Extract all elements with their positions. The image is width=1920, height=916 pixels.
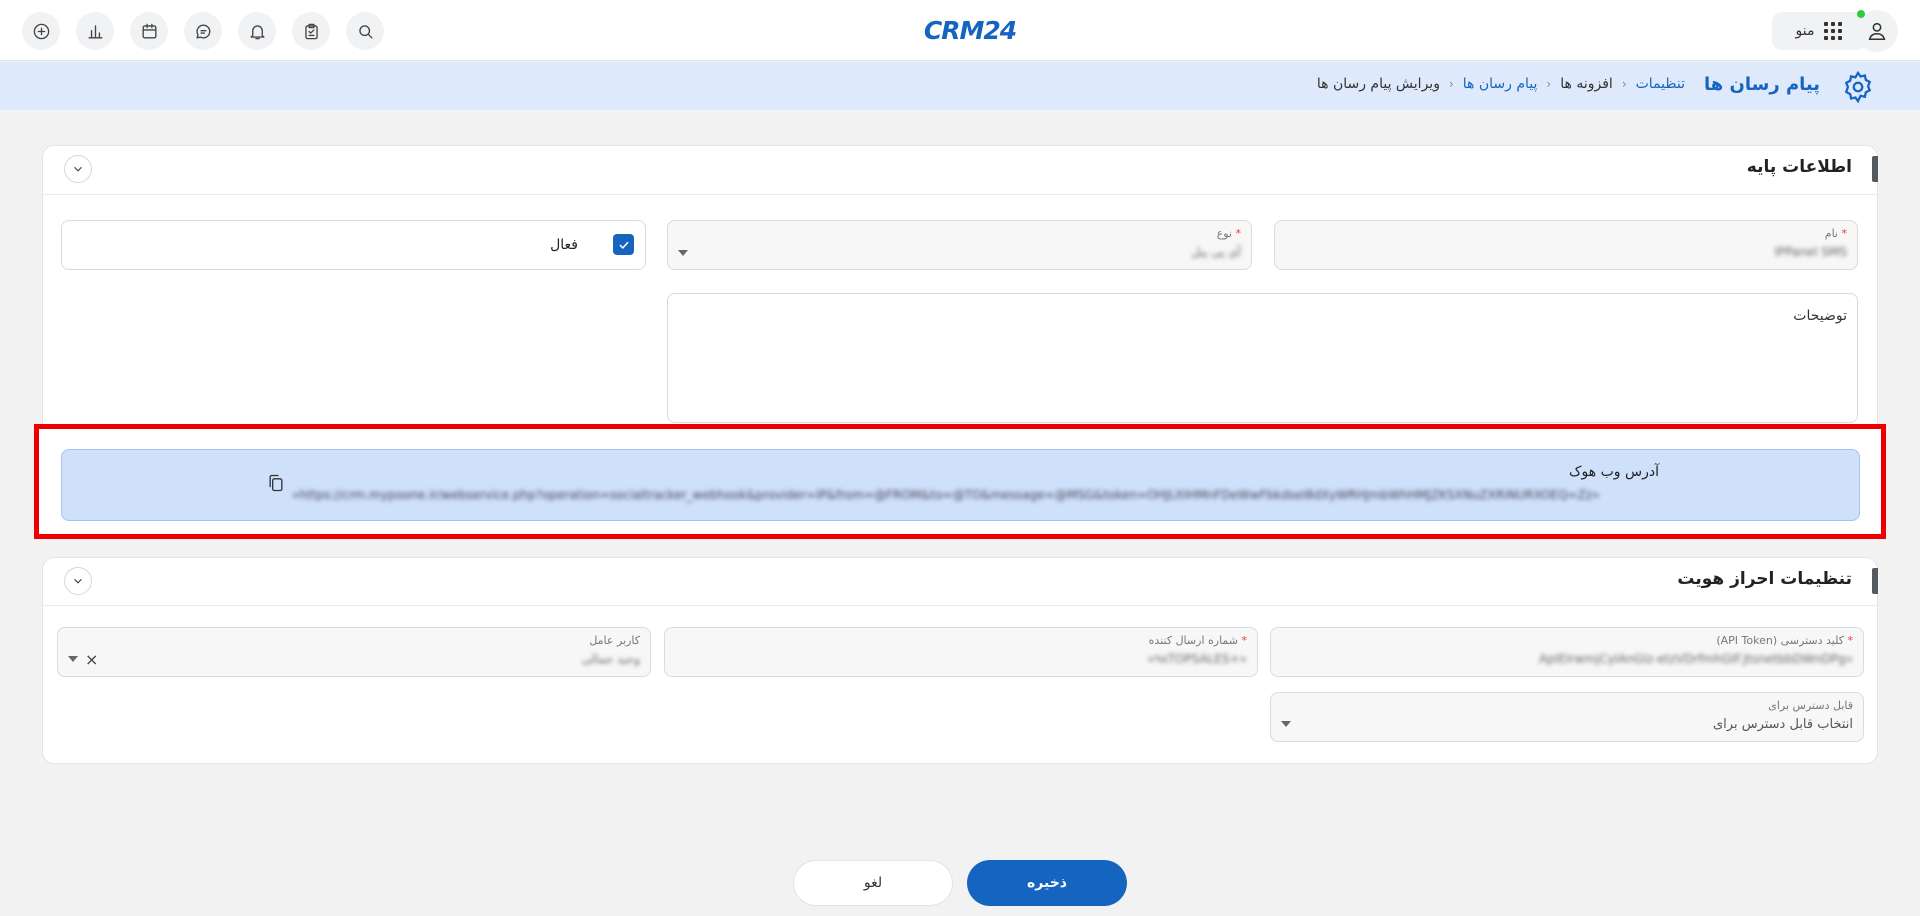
chevron-down-icon [71, 574, 85, 588]
caret-down-icon [68, 656, 78, 662]
breadcrumb: تنظیمات ‹ افزونه ها ‹ پیام رسان ها ‹ ویر… [1317, 76, 1685, 92]
section-marker [1872, 156, 1878, 182]
add-circle-icon [32, 22, 51, 41]
check-icon [617, 238, 631, 252]
chat-button[interactable] [184, 12, 222, 50]
collapse-basic-info-button[interactable] [64, 155, 92, 183]
sender-number-field[interactable]: * شماره ارسال کننده «+۹۸TOPSALES» [664, 627, 1258, 677]
access-label: قابل دسترس برای [1768, 699, 1853, 712]
breadcrumb-separator: ‹ [1448, 77, 1454, 91]
api-token-value: «ApIEIrwmjCyIAnGIz-etzVDrfmhGIF.Jtsnetbb… [1538, 652, 1853, 666]
api-token-field[interactable]: * کلید دسترسی (API Token) «ApIEIrwmjCyIA… [1270, 627, 1864, 677]
chevron-down-icon [71, 162, 85, 176]
bell-icon [248, 22, 267, 41]
chat-icon [194, 22, 213, 41]
section-marker [1872, 568, 1878, 594]
access-select[interactable]: قابل دسترس برای انتخاب قابل دسترس برای [1270, 692, 1864, 742]
sender-value: «+۹۸TOPSALES» [1147, 652, 1247, 666]
collapse-auth-button[interactable] [64, 567, 92, 595]
auth-settings-title: تنظیمات احراز هویت [1677, 569, 1852, 589]
sender-label-text: شماره ارسال کننده [1148, 634, 1238, 647]
name-field[interactable]: * نام IPPanel SMS [1274, 220, 1858, 270]
type-select[interactable]: * نوع آی پی پنل [667, 220, 1252, 270]
name-value: IPPanel SMS [1774, 245, 1847, 259]
required-mark: * [1847, 634, 1854, 647]
divider [43, 194, 1877, 195]
sender-label: * شماره ارسال کننده [1149, 634, 1247, 647]
operator-value: وحید جمالی [581, 652, 640, 666]
description-textarea[interactable]: توضیحات [667, 293, 1858, 423]
caret-down-icon [1281, 721, 1291, 727]
operator-user-select[interactable]: کاربر عامل وحید جمالی × [57, 627, 651, 677]
clipboard-icon [302, 22, 321, 41]
breadcrumb-plugins: افزونه ها [1560, 76, 1613, 92]
user-icon [1866, 20, 1888, 42]
required-mark: * [1841, 227, 1848, 240]
webhook-label: آدرس وب هوک [1569, 464, 1659, 480]
notifications-button[interactable] [238, 12, 276, 50]
bar-chart-icon [86, 22, 105, 41]
calendar-button[interactable] [130, 12, 168, 50]
type-label: * نوع [1217, 227, 1241, 240]
basic-info-title: اطلاعات پایه [1746, 157, 1852, 177]
divider [43, 605, 1877, 606]
cancel-button[interactable]: لغو [793, 860, 953, 906]
active-label: فعال [550, 237, 578, 253]
menu-label: منو [1795, 23, 1815, 39]
type-value: آی پی پنل [1191, 245, 1241, 259]
active-field: فعال [61, 220, 646, 270]
search-button[interactable] [346, 12, 384, 50]
webhook-url-field[interactable]: آدرس وب هوک «https://crm.mypoone.ir/webs… [61, 449, 1860, 521]
menu-button[interactable]: منو [1772, 12, 1866, 50]
search-icon [356, 22, 375, 41]
api-token-label-text: کلید دسترسی (API Token) [1716, 634, 1844, 647]
caret-down-icon [678, 250, 688, 256]
apps-grid-icon [1824, 22, 1843, 40]
operator-label: کاربر عامل [589, 634, 640, 647]
access-placeholder: انتخاب قابل دسترس برای [1712, 717, 1853, 732]
required-mark: * [1241, 634, 1248, 647]
type-label-text: نوع [1216, 227, 1232, 240]
save-button[interactable]: ذخیره [967, 860, 1127, 906]
breadcrumb-separator: ‹ [1546, 77, 1552, 91]
webhook-url-value: «https://crm.mypoone.ir/webservice.php?o… [292, 488, 1600, 502]
breadcrumb-current: ویرایش پیام رسان ها [1316, 76, 1440, 92]
gear-icon [1841, 70, 1875, 104]
description-label: توضیحات [1793, 308, 1847, 324]
active-checkbox[interactable] [613, 234, 634, 255]
online-status-dot [1857, 10, 1865, 18]
breadcrumb-messengers[interactable]: پیام رسان ها [1463, 76, 1538, 92]
name-label: * نام [1825, 227, 1847, 240]
reports-button[interactable] [76, 12, 114, 50]
name-label-text: نام [1824, 227, 1838, 240]
breadcrumb-settings[interactable]: تنظیمات [1636, 76, 1685, 92]
app-logo[interactable]: CRM24 [920, 12, 1020, 48]
clear-icon[interactable]: × [85, 650, 98, 669]
page-title: پیام رسان ها [1703, 74, 1820, 95]
api-token-label: * کلید دسترسی (API Token) [1716, 634, 1853, 647]
calendar-icon [140, 22, 159, 41]
copy-icon[interactable] [266, 472, 286, 494]
required-mark: * [1235, 227, 1242, 240]
tasks-button[interactable] [292, 12, 330, 50]
breadcrumb-separator: ‹ [1621, 77, 1627, 91]
add-button[interactable] [22, 12, 60, 50]
